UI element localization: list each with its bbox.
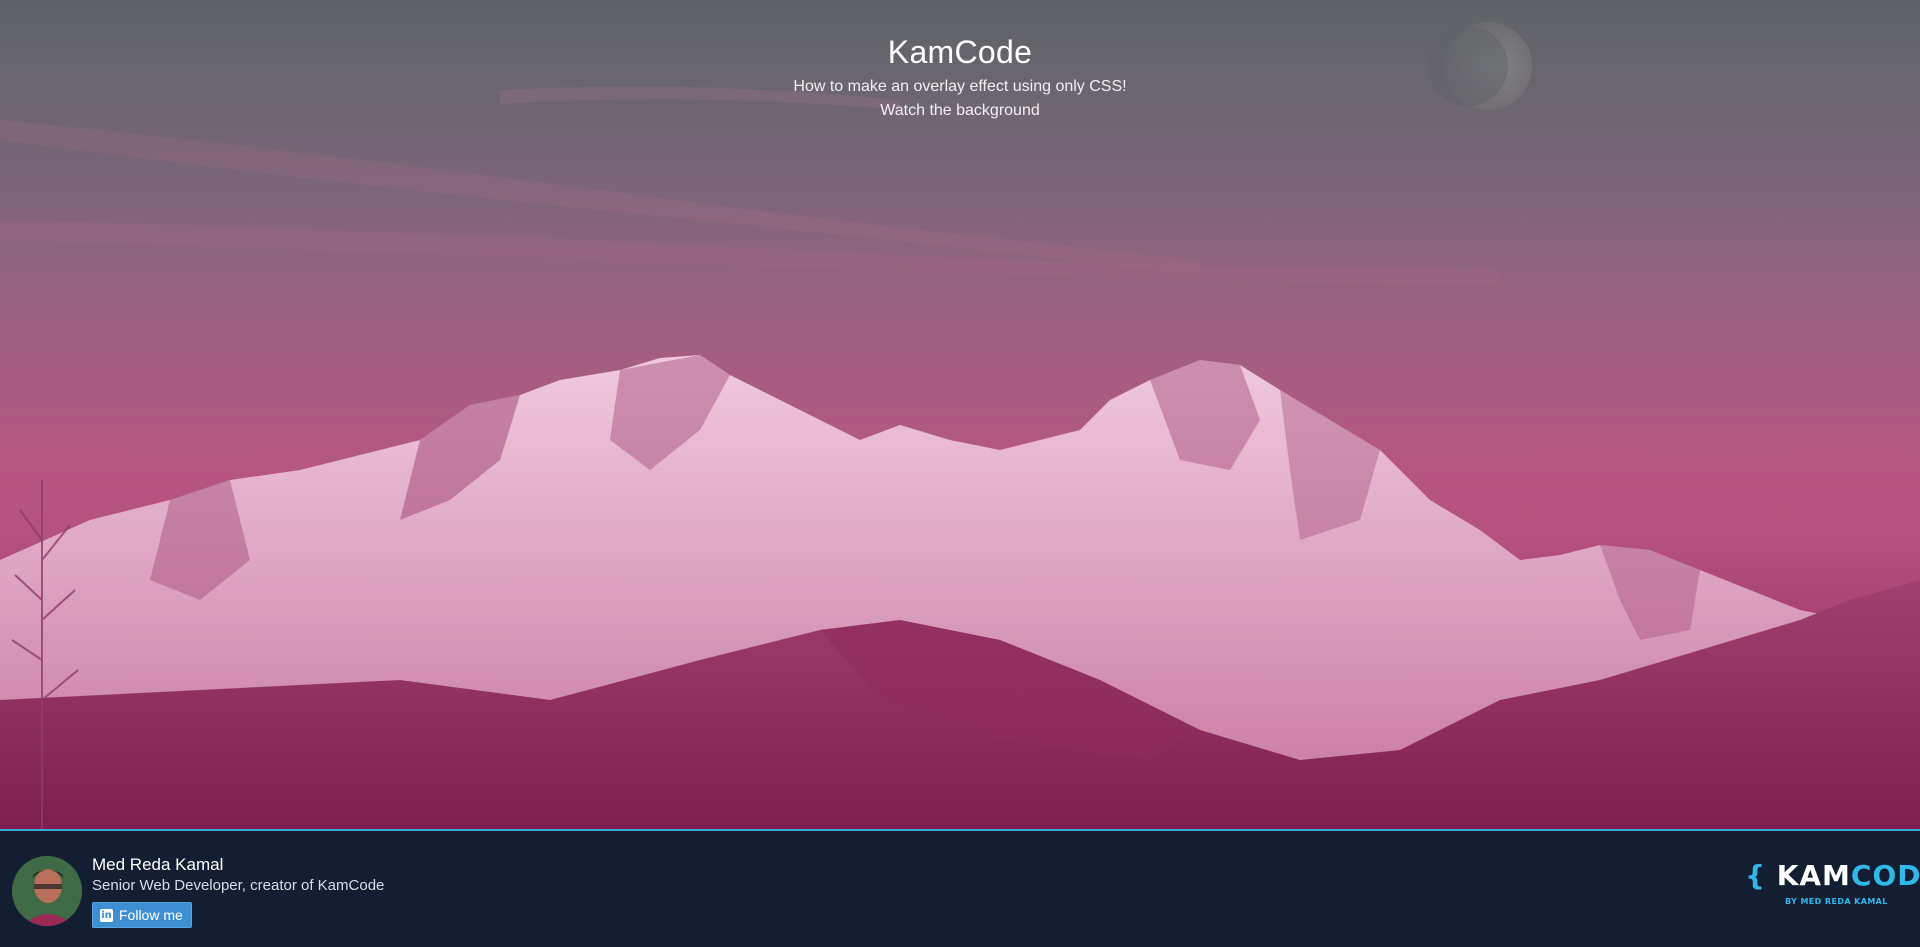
logo-tagline: BY MED REDA KAMAL [1785,897,1888,906]
hero-background: KamCode How to make an overlay effect us… [0,0,1920,829]
follow-me-button[interactable]: in Follow me [92,902,192,928]
logo-code: CODE [1850,859,1920,892]
logo-kam: KAM [1776,859,1851,892]
logo-brace-open: { [1745,859,1766,892]
page-title: KamCode [887,34,1033,70]
linkedin-icon: in [100,908,113,922]
author-footer: Med Reda Kamal Senior Web Developer, cre… [0,829,1920,947]
page-subtitle-secondary: Watch the background [880,102,1040,119]
author-avatar[interactable] [12,856,82,926]
kamcode-logo[interactable]: { KAMCODE } BY MED REDA KAMAL [1745,859,1920,919]
follow-me-label: Follow me [119,907,183,923]
author-role: Senior Web Developer, creator of KamCode [92,877,385,894]
logo-wordmark: { KAMCODE } [1745,859,1920,892]
author-name: Med Reda Kamal [92,855,224,874]
page-subtitle: How to make an overlay effect using only… [793,78,1127,95]
mountain-scene-illustration [0,22,1920,829]
